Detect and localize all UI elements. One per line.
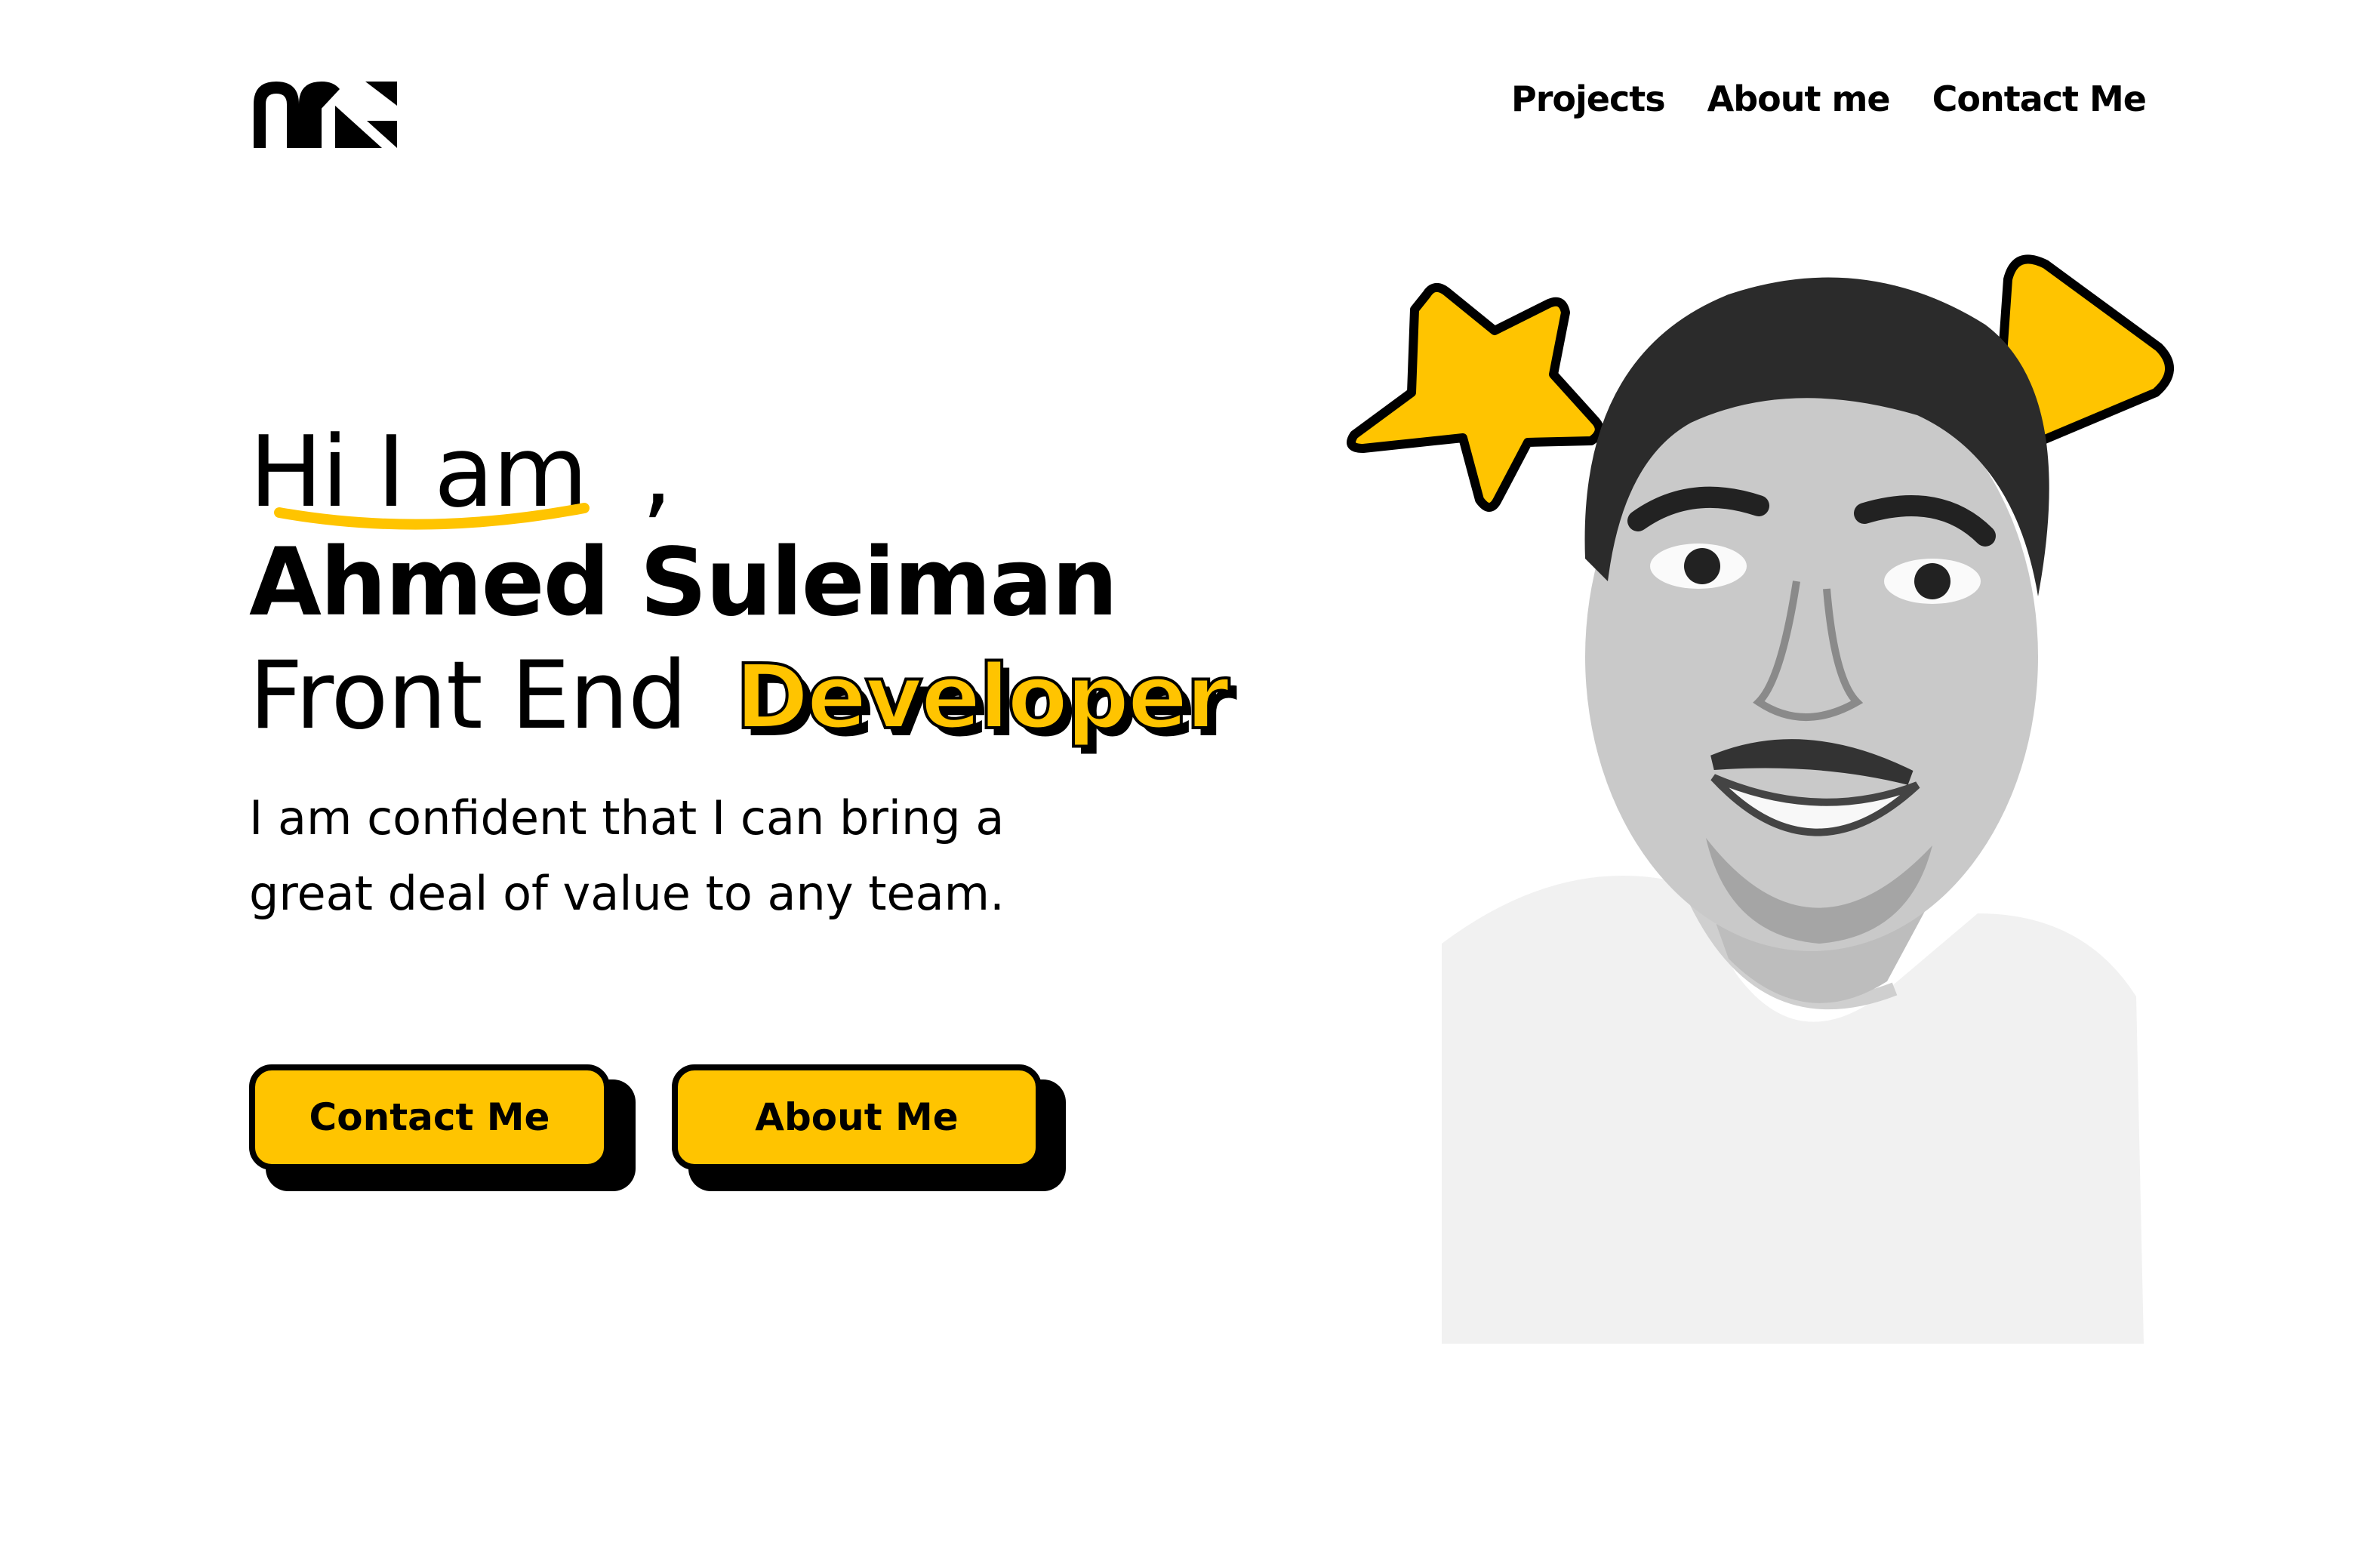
star-icon <box>1347 282 1604 512</box>
top-navigation: Projects About me Contact Me <box>1511 79 2147 119</box>
page: Projects About me Contact Me Hi I am , A… <box>0 0 2380 1546</box>
nav-projects-link[interactable]: Projects <box>1511 79 1666 119</box>
greeting-comma: , <box>642 414 673 529</box>
role-accent: Developer <box>734 645 1231 749</box>
portrait-illustration <box>1347 254 2175 1344</box>
greeting-line: Hi I am , <box>249 423 1381 536</box>
contact-button-wrapper: Contact Me <box>249 1064 636 1191</box>
hero-role: Front End Developer <box>249 649 1381 770</box>
hero-section: Hi I am , Ahmed Suleiman Front End Devel… <box>249 423 1381 932</box>
hero-name: Ahmed Suleiman <box>249 528 1118 637</box>
smile-underline-icon <box>274 503 590 530</box>
contact-me-button[interactable]: Contact Me <box>249 1064 610 1170</box>
about-button-wrapper: About Me <box>672 1064 1066 1191</box>
hero-buttons: Contact Me About Me <box>249 1064 1066 1191</box>
hero-tagline: I am confident that I can bring a great … <box>249 781 1155 932</box>
nav-about-link[interactable]: About me <box>1707 79 1891 119</box>
nav-contact-link[interactable]: Contact Me <box>1932 79 2147 119</box>
role-prefix: Front End <box>249 642 688 750</box>
about-me-button[interactable]: About Me <box>672 1064 1042 1170</box>
tagline-line-1: I am confident that I can bring a <box>249 790 1005 845</box>
tagline-line-2: great deal of value to any team. <box>249 866 1005 921</box>
ns-monogram-logo[interactable] <box>254 79 397 148</box>
